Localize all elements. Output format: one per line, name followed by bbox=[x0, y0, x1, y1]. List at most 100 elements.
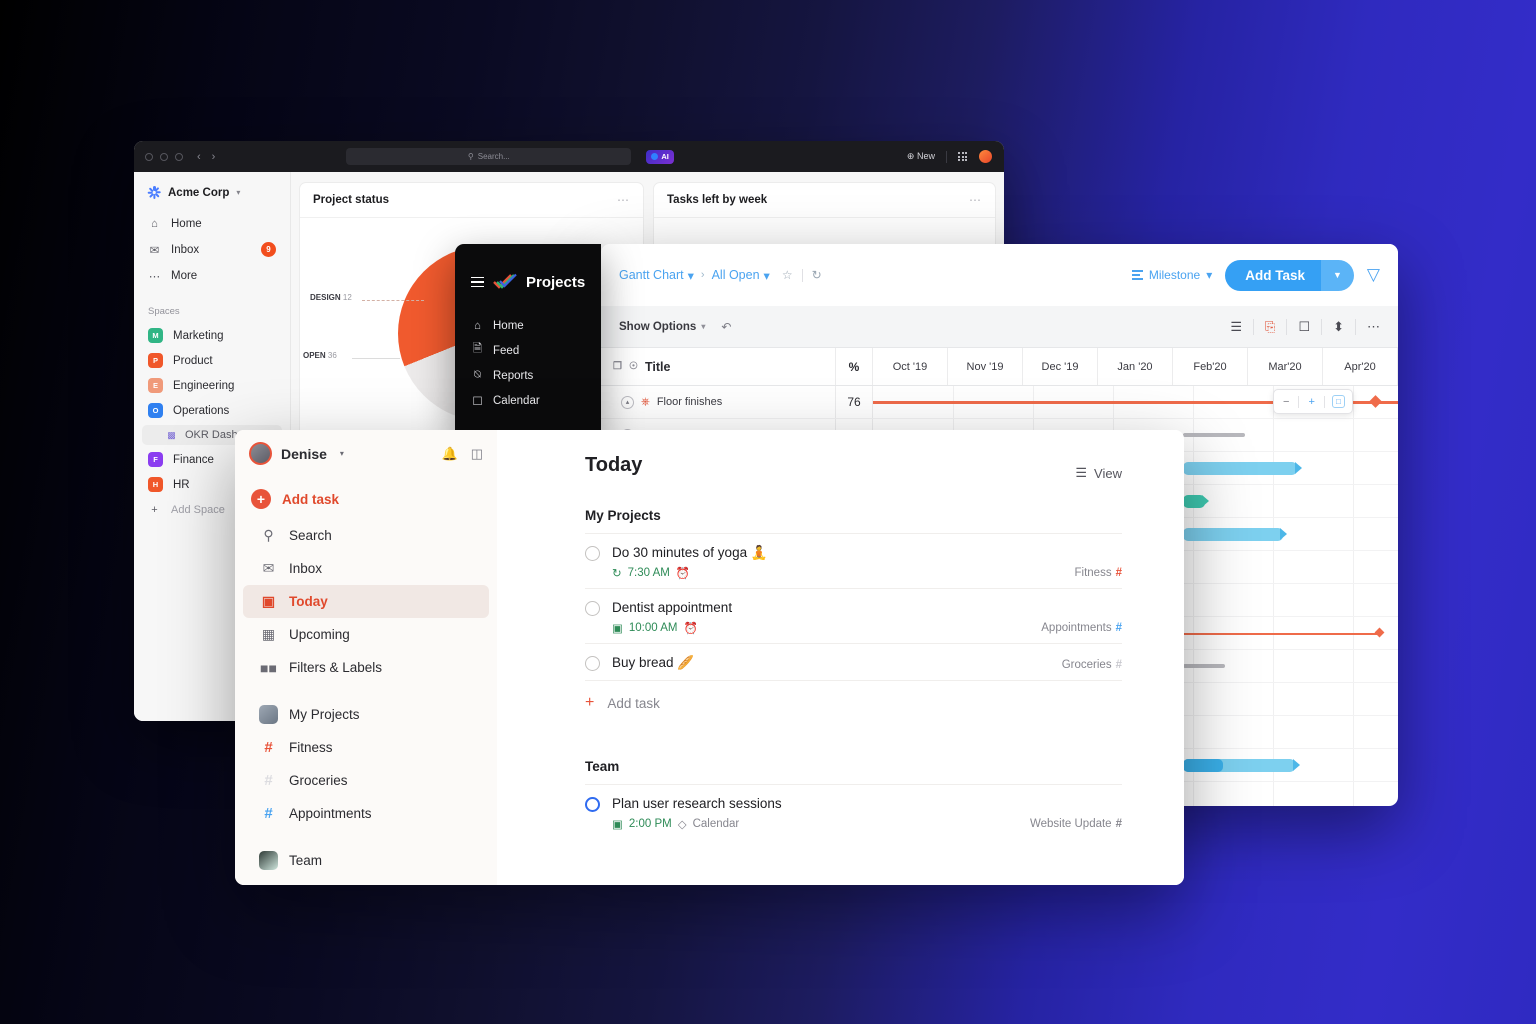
minimize-button[interactable] bbox=[160, 152, 168, 161]
task-project-tag[interactable]: Fitness # bbox=[1075, 567, 1122, 579]
sidebar-item-filters-labels[interactable]: ■■ Filters & Labels bbox=[243, 651, 489, 684]
task-row[interactable]: Plan user research sessions ▣ 2:00 PM ◇ … bbox=[585, 784, 1122, 839]
projects-nav-item-home[interactable]: ⌂ Home bbox=[455, 313, 601, 338]
milestone-diamond-icon[interactable] bbox=[1369, 395, 1382, 408]
projects-nav-item-feed[interactable]: 🗎 Feed bbox=[455, 338, 601, 363]
task-row[interactable]: Dentist appointment ▣ 10:00 AM ⏰ Appoint… bbox=[585, 588, 1122, 643]
maximize-button[interactable] bbox=[175, 152, 183, 161]
notifications-bell-icon[interactable]: 🔔 bbox=[442, 446, 458, 462]
add-task-button[interactable]: Add Task bbox=[1225, 259, 1321, 291]
sidebar-item-home[interactable]: ⌂ Home bbox=[134, 211, 290, 236]
plus-icon: + bbox=[251, 489, 271, 509]
show-options-button[interactable]: Show Options ▾ bbox=[619, 321, 705, 333]
divider bbox=[946, 150, 947, 163]
sidebar-item-label: Inbox bbox=[289, 561, 323, 576]
task-checkbox[interactable] bbox=[585, 546, 600, 561]
row-title-label: Floor finishes bbox=[656, 396, 723, 408]
milestone-diamond-icon[interactable] bbox=[1374, 627, 1385, 638]
sidebar-item-inbox[interactable]: ✉ Inbox 9 bbox=[134, 236, 290, 263]
gantt-bar-blue[interactable] bbox=[1183, 462, 1297, 475]
window-controls[interactable] bbox=[145, 152, 183, 161]
org-switcher[interactable]: Acme Corp ▾ bbox=[134, 180, 290, 211]
sidebar-item-inbox[interactable]: ✉ Inbox bbox=[243, 552, 489, 585]
collapse-chevron-icon[interactable]: ▴ bbox=[621, 395, 634, 409]
zoom-out-button[interactable]: − bbox=[1274, 396, 1298, 408]
task-time: 7:30 AM bbox=[627, 567, 670, 579]
task-project-tag[interactable]: Website Update # bbox=[1030, 818, 1122, 830]
toggle-sidebar-icon[interactable]: ◫ bbox=[471, 446, 483, 462]
reschedule-icon[interactable]: ⎘ bbox=[1254, 318, 1288, 335]
task-extra-label: Calendar bbox=[692, 818, 740, 830]
sidebar-item-product[interactable]: P Product bbox=[134, 348, 290, 373]
sidebar-project-new-brand[interactable]: # New Brand bbox=[243, 877, 489, 885]
new-button[interactable]: ⊕ New bbox=[907, 151, 935, 162]
sidebar-item-marketing[interactable]: M Marketing bbox=[134, 323, 290, 348]
gantt-bar-blue-progress[interactable] bbox=[1183, 759, 1295, 772]
projects-nav-item-reports[interactable]: ⍉ Reports bbox=[455, 363, 601, 388]
avatar[interactable] bbox=[249, 442, 272, 465]
zoom-in-button[interactable]: + bbox=[1299, 396, 1323, 408]
zoom-control[interactable]: − + □ bbox=[1273, 389, 1353, 414]
gantt-bar-grey[interactable] bbox=[1183, 433, 1245, 437]
refresh-icon[interactable]: ↻ bbox=[812, 268, 822, 282]
gantt-bar-grey[interactable] bbox=[1183, 664, 1225, 668]
column-title-label: Title bbox=[644, 359, 671, 374]
search-input[interactable]: ⚲ Search... bbox=[346, 148, 632, 165]
view-button[interactable]: ☰ View bbox=[1075, 465, 1122, 481]
sidebar-item-operations[interactable]: O Operations bbox=[134, 398, 290, 423]
add-task-button[interactable]: + Add task bbox=[235, 479, 497, 519]
breadcrumb-view[interactable]: Gantt Chart ▾ bbox=[619, 268, 694, 283]
layers-icon[interactable]: ☰ bbox=[1219, 318, 1255, 335]
sidebar-item-upcoming[interactable]: ▦ Upcoming bbox=[243, 618, 489, 651]
plus-icon: + bbox=[151, 503, 158, 516]
sidebar-project-appointments[interactable]: # Appointments bbox=[243, 797, 489, 830]
projects-nav-item-calendar[interactable]: ☐ Calendar bbox=[455, 388, 601, 413]
sidebar-project-fitness[interactable]: # Fitness bbox=[243, 731, 489, 764]
card-menu-icon[interactable]: ⋯ bbox=[617, 193, 630, 207]
ai-button[interactable]: AI bbox=[646, 149, 674, 164]
apps-grid-icon[interactable] bbox=[958, 152, 967, 161]
project-group-team[interactable]: Team bbox=[243, 844, 489, 877]
sidebar-project-groceries[interactable]: # Groceries bbox=[243, 764, 489, 797]
hamburger-menu-icon[interactable] bbox=[471, 276, 484, 288]
task-project-tag[interactable]: Appointments # bbox=[1041, 622, 1122, 634]
expand-icon[interactable]: ⬍ bbox=[1322, 318, 1356, 335]
close-button[interactable] bbox=[145, 152, 153, 161]
task-row[interactable]: Buy bread 🥖 Groceries # bbox=[585, 643, 1122, 680]
milestone-icon bbox=[1131, 270, 1143, 280]
gantt-bar-arrow-icon bbox=[1280, 528, 1287, 540]
project-group-my-projects[interactable]: My Projects bbox=[243, 698, 489, 731]
user-menu[interactable]: Denise ▾ 🔔 ◫ bbox=[235, 430, 497, 465]
back-icon[interactable]: ‹ bbox=[197, 151, 201, 163]
card-menu-icon[interactable]: ⋯ bbox=[969, 193, 982, 207]
project-label: Appointments bbox=[289, 806, 372, 821]
add-task-button-group[interactable]: Add Task ▼ bbox=[1225, 259, 1354, 291]
calendar-edit-icon[interactable]: ☐ bbox=[1287, 318, 1323, 335]
task-checkbox[interactable] bbox=[585, 797, 600, 812]
sidebar-item-engineering[interactable]: E Engineering bbox=[134, 373, 290, 398]
inline-add-task-button[interactable]: + Add task bbox=[585, 680, 1122, 725]
task-checkbox[interactable] bbox=[585, 601, 600, 616]
column-header-title[interactable]: ❐ ☉ Title bbox=[601, 348, 836, 385]
gantt-bar-blue[interactable] bbox=[1183, 528, 1283, 541]
summary-bar[interactable] bbox=[1183, 633, 1379, 635]
breadcrumb-filter[interactable]: All Open ▾ bbox=[712, 268, 770, 283]
sidebar-item-search[interactable]: ⚲ Search bbox=[243, 519, 489, 552]
task-row[interactable]: Do 30 minutes of yoga 🧘 ↻ 7:30 AM ⏰ Fitn… bbox=[585, 533, 1122, 588]
forward-icon[interactable]: › bbox=[212, 151, 216, 163]
add-task-dropdown-icon[interactable]: ▼ bbox=[1321, 259, 1354, 291]
task-checkbox[interactable] bbox=[585, 656, 600, 671]
favorite-star-icon[interactable]: ☆ bbox=[782, 268, 793, 282]
avatar[interactable] bbox=[978, 149, 993, 164]
more-options-icon[interactable]: ⋯ bbox=[1356, 319, 1380, 335]
filter-funnel-icon[interactable]: ▽ bbox=[1367, 265, 1380, 285]
sidebar-item-today[interactable]: ▣ Today bbox=[243, 585, 489, 618]
column-header-percent[interactable]: % bbox=[836, 348, 873, 385]
milestone-dropdown[interactable]: Milestone ▾ bbox=[1131, 268, 1212, 282]
page-title: Today bbox=[585, 454, 643, 476]
sidebar-item-more[interactable]: ⋯ More bbox=[134, 263, 290, 288]
task-project-tag[interactable]: Groceries # bbox=[1062, 659, 1122, 671]
zoom-fit-icon[interactable]: □ bbox=[1331, 395, 1345, 408]
undo-icon[interactable]: ↶ bbox=[721, 320, 731, 334]
table-row[interactable]: ▴ ⎈ Floor finishes 76 − + □ bbox=[601, 386, 1398, 419]
